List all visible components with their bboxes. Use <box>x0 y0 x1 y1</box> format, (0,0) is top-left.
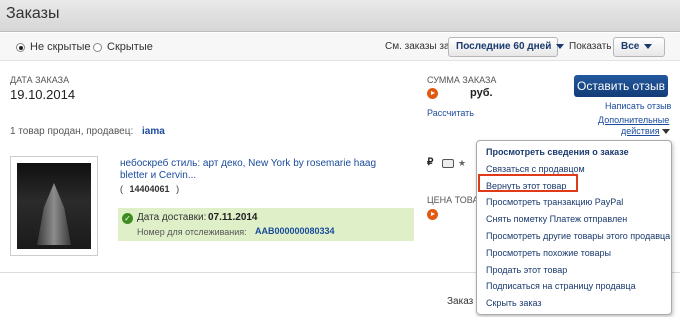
radio-not-hidden[interactable] <box>16 43 25 52</box>
more-actions-menu: Просмотреть сведения о заказе Связаться … <box>476 140 672 315</box>
view-orders-label: См. заказы за <box>385 41 450 52</box>
radio-hidden-label[interactable]: Скрытые <box>107 41 153 53</box>
show-dropdown-value: Все <box>621 41 640 52</box>
menu-item-contact-seller[interactable]: Связаться с продавцом <box>486 164 585 174</box>
building-shape <box>37 183 71 245</box>
item-price-label: ЦЕНА ТОВА <box>427 195 479 205</box>
delivery-label: Дата доставки: <box>137 212 207 223</box>
calculate-link[interactable]: Рассчитать <box>427 108 474 118</box>
menu-item-view-paypal[interactable]: Просмотреть транзакцию PayPal <box>486 197 623 207</box>
sold-by-text: 1 товар продан, продавец: <box>10 126 134 137</box>
radio-not-hidden-label[interactable]: Не скрытые <box>30 41 91 53</box>
order-date-value: 19.10.2014 <box>10 87 76 102</box>
period-dropdown[interactable]: Последние 60 дней <box>448 37 565 57</box>
period-dropdown-value: Последние 60 дней <box>456 41 552 52</box>
show-label: Показать <box>569 41 612 52</box>
check-icon: ✓ <box>122 213 133 224</box>
menu-item-view-seller-items[interactable]: Просмотреть другие товары этого продавца <box>486 231 670 241</box>
leave-feedback-button[interactable]: Оставить отзыв <box>574 75 668 97</box>
item-id-paren-open: ( <box>120 184 123 194</box>
item-id-paren-close: ) <box>176 184 180 194</box>
radio-hidden[interactable] <box>93 43 102 52</box>
item-title-line2[interactable]: bletter и Cervin... <box>120 170 196 181</box>
item-thumbnail[interactable] <box>10 156 98 256</box>
wallet-icon <box>442 159 454 168</box>
chevron-down-icon <box>644 43 653 49</box>
page-header: Заказы <box>0 0 680 32</box>
expand-price-icon[interactable] <box>427 209 438 220</box>
menu-item-unmark-payment-sent[interactable]: Снять пометку Платеж отправлен <box>486 214 627 224</box>
menu-item-view-order-details[interactable]: Просмотреть сведения о заказе <box>486 147 629 157</box>
delivery-box: ✓ Дата доставки: 07.11.2014 Номер для от… <box>118 208 414 241</box>
expand-sum-icon[interactable] <box>427 88 438 99</box>
return-item-highlight <box>478 174 578 192</box>
write-feedback-link[interactable]: Написать отзыв <box>605 101 671 111</box>
menu-item-sell-this[interactable]: Продать этот товар <box>486 265 567 275</box>
more-actions-line1[interactable]: Дополнительные <box>598 115 669 125</box>
item-title-line1[interactable]: небоскреб стиль: арт деко, New York by r… <box>120 158 376 169</box>
filter-bar: Не скрытые Скрытые См. заказы за Последн… <box>0 33 680 61</box>
order-sum-label: СУММА ЗАКАЗА <box>427 75 497 85</box>
footer-partial-text: Заказ <box>447 296 474 307</box>
item-id: 14404061 <box>129 184 170 194</box>
tracking-number-link[interactable]: AAB000000080334 <box>255 226 335 236</box>
price-symbol: ₽ <box>427 157 434 168</box>
chevron-down-icon <box>556 43 565 49</box>
order-sum-currency: руб. <box>470 87 493 99</box>
menu-item-follow-seller[interactable]: Подписаться на страницу продавца <box>486 281 636 291</box>
menu-item-hide-order[interactable]: Скрыть заказ <box>486 298 542 308</box>
tracking-label: Номер для отслеживания: <box>137 227 247 237</box>
delivery-date: 07.11.2014 <box>208 212 258 223</box>
menu-item-view-similar[interactable]: Просмотреть похожие товары <box>486 248 611 258</box>
page-title: Заказы <box>6 5 60 22</box>
seller-link[interactable]: iama <box>142 126 165 137</box>
show-dropdown[interactable]: Все <box>613 37 665 57</box>
order-date-label: ДАТА ЗАКАЗА <box>10 75 70 85</box>
item-image <box>17 163 91 249</box>
star-icon: ★ <box>458 158 467 168</box>
more-actions-link[interactable]: действия <box>621 126 660 136</box>
more-actions-caret-icon[interactable] <box>662 129 670 134</box>
item-id-wrap: ( 14404061 ) <box>120 184 179 194</box>
